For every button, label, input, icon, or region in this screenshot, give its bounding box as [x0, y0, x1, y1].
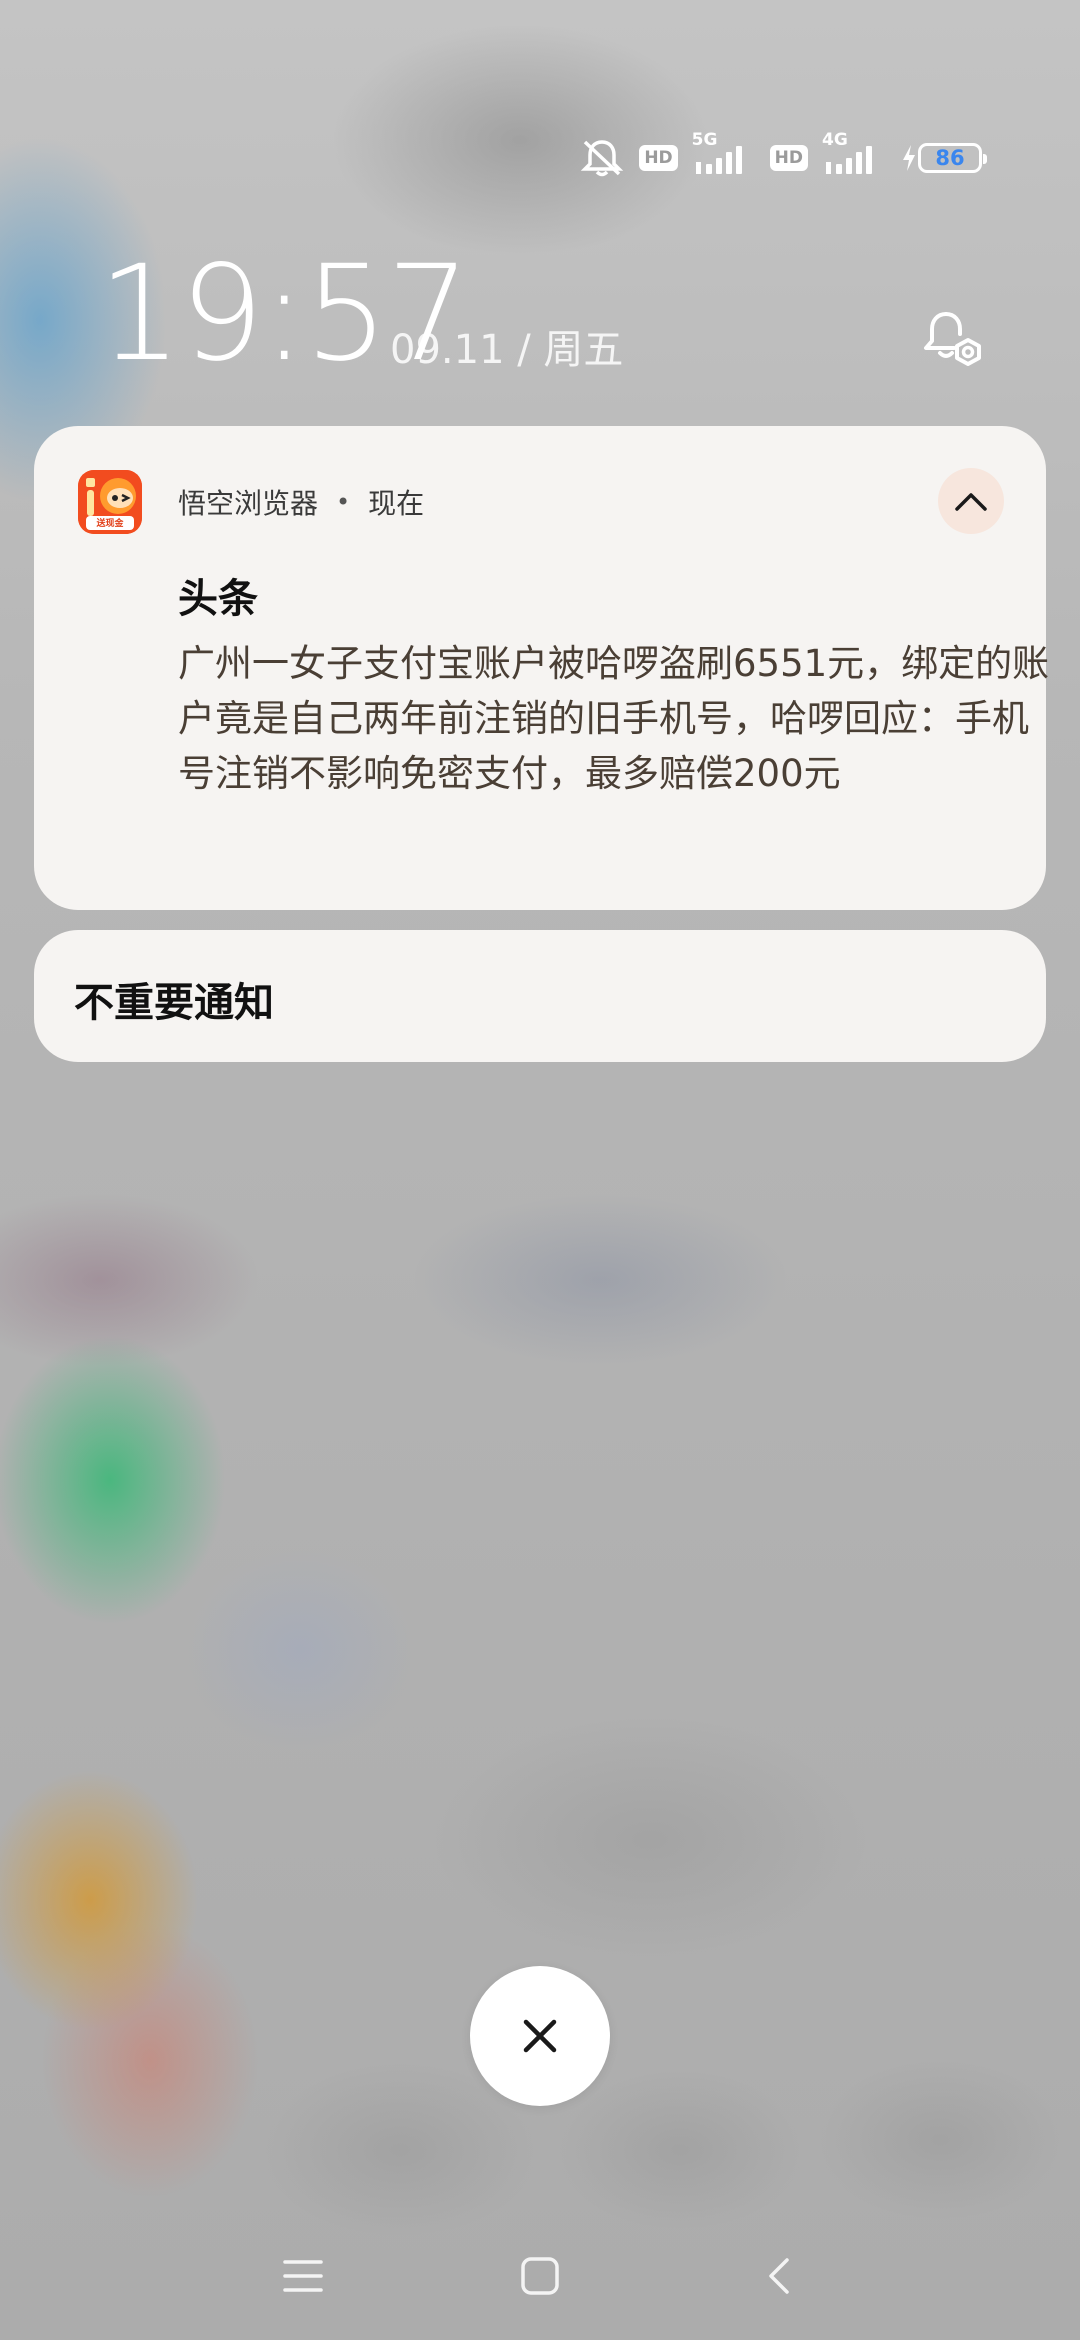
- clear-all-button[interactable]: [470, 1966, 610, 2106]
- collapse-button[interactable]: [938, 468, 1004, 534]
- hd-badge-sim2: HD: [769, 145, 808, 171]
- battery-charging-icon: 86: [900, 143, 987, 173]
- signal-sim2: 4G: [822, 130, 886, 176]
- back-icon: [769, 2258, 789, 2294]
- wukong-browser-app-icon: 送现金: [78, 470, 142, 534]
- home-icon: [521, 2257, 559, 2295]
- notification-title: 头条: [178, 576, 258, 622]
- low-priority-label: 不重要通知: [74, 980, 274, 1026]
- mute-icon: [579, 138, 625, 178]
- notification-header: 悟空浏览器 • 现在: [178, 482, 424, 522]
- menu-button[interactable]: [273, 2246, 333, 2306]
- lock-screen-date: 09.11 / 周五: [390, 327, 624, 373]
- menu-icon: [283, 2260, 323, 2292]
- notification-body: 广州一女子支付宝账户被哈啰盗刷6551元，绑定的账户竟是自己两年前注销的旧手机号…: [178, 642, 1050, 795]
- header-separator: •: [336, 488, 351, 516]
- battery-indicator: 86: [918, 143, 987, 173]
- network-type-sim2: 4G: [822, 130, 848, 150]
- notification-card[interactable]: 送现金 悟空浏览器 • 现在 头条 广州一女子支付宝账户被哈啰盗刷6551元，绑…: [34, 426, 1049, 910]
- home-button[interactable]: [510, 2246, 570, 2306]
- close-icon: [523, 2019, 557, 2053]
- back-button[interactable]: [748, 2246, 808, 2306]
- status-bar: HD 5G HD 4G 86: [579, 130, 987, 180]
- app-name: 悟空浏览器: [178, 487, 319, 520]
- navigation-bar: [0, 2236, 1080, 2316]
- app-icon-caption: 送现金: [96, 519, 124, 529]
- notification-settings-icon[interactable]: [918, 308, 988, 378]
- signal-sim1: 5G: [692, 130, 756, 176]
- chevron-up-icon: [955, 493, 987, 511]
- notification-timestamp: 现在: [368, 487, 425, 520]
- low-priority-notifications[interactable]: 不重要通知: [34, 930, 1046, 1062]
- battery-level: 86: [935, 145, 965, 170]
- hd-badge-sim1: HD: [639, 145, 678, 171]
- network-type-sim1: 5G: [691, 130, 718, 150]
